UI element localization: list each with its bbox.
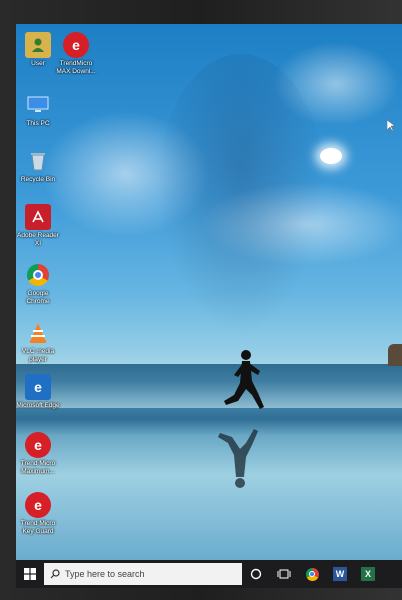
- chrome-icon: [25, 262, 51, 288]
- recycle-bin-icon: [25, 148, 51, 174]
- desktop-icon-trendmicro-key-guard[interactable]: e Trend Micro Key Guard: [16, 492, 60, 536]
- start-button[interactable]: [16, 560, 44, 588]
- edge-icon: e: [25, 374, 51, 400]
- windows-logo-icon: [24, 568, 36, 580]
- chrome-icon: [305, 567, 319, 581]
- task-view-icon: [277, 569, 291, 579]
- search-placeholder: Type here to search: [65, 569, 145, 579]
- desktop-icon-trendmicro-download[interactable]: e TrendMicro MAX Downl...: [54, 32, 98, 76]
- search-icon: [50, 569, 60, 579]
- desktop-icon-vlc[interactable]: VLC media player: [16, 320, 60, 364]
- cortana-button[interactable]: [242, 560, 270, 588]
- taskbar-word-button[interactable]: W: [326, 560, 354, 588]
- adobe-reader-icon: [25, 204, 51, 230]
- word-icon: W: [333, 567, 347, 581]
- sun: [320, 148, 342, 164]
- ocean-horizon: [16, 364, 402, 408]
- desktop-icon-google-chrome[interactable]: Google Chrome: [16, 262, 60, 306]
- sea-rock: [388, 344, 402, 366]
- taskbar: Type here to search W X: [16, 560, 402, 588]
- excel-icon: X: [361, 567, 375, 581]
- trend-micro-icon: e: [25, 432, 51, 458]
- runner-silhouette: [218, 350, 264, 488]
- desktop-icon-microsoft-edge[interactable]: e Microsoft Edge: [16, 374, 60, 410]
- desktop-icon-adobe-reader[interactable]: Adobe Reader XI: [16, 204, 60, 248]
- taskbar-search-box[interactable]: Type here to search: [44, 563, 242, 585]
- desktop-screen: User e TrendMicro MAX Downl... This PC R…: [16, 24, 402, 588]
- desktop-icon-trendmicro-maximum[interactable]: e Trend Micro Maximum...: [16, 432, 60, 476]
- screen-reflection: [156, 54, 326, 334]
- cortana-circle-icon: [250, 568, 262, 580]
- mouse-pointer-icon: [387, 120, 395, 132]
- trend-micro-icon: e: [63, 32, 89, 58]
- user-folder-icon: [25, 32, 51, 58]
- this-pc-icon: [25, 92, 51, 118]
- desktop-icon-recycle-bin[interactable]: Recycle Bin: [16, 148, 60, 184]
- task-view-button[interactable]: [270, 560, 298, 588]
- taskbar-excel-button[interactable]: X: [354, 560, 382, 588]
- trend-micro-key-icon: e: [25, 492, 51, 518]
- vlc-icon: [25, 320, 51, 346]
- desktop-icon-this-pc[interactable]: This PC: [16, 92, 60, 128]
- taskbar-chrome-button[interactable]: [298, 560, 326, 588]
